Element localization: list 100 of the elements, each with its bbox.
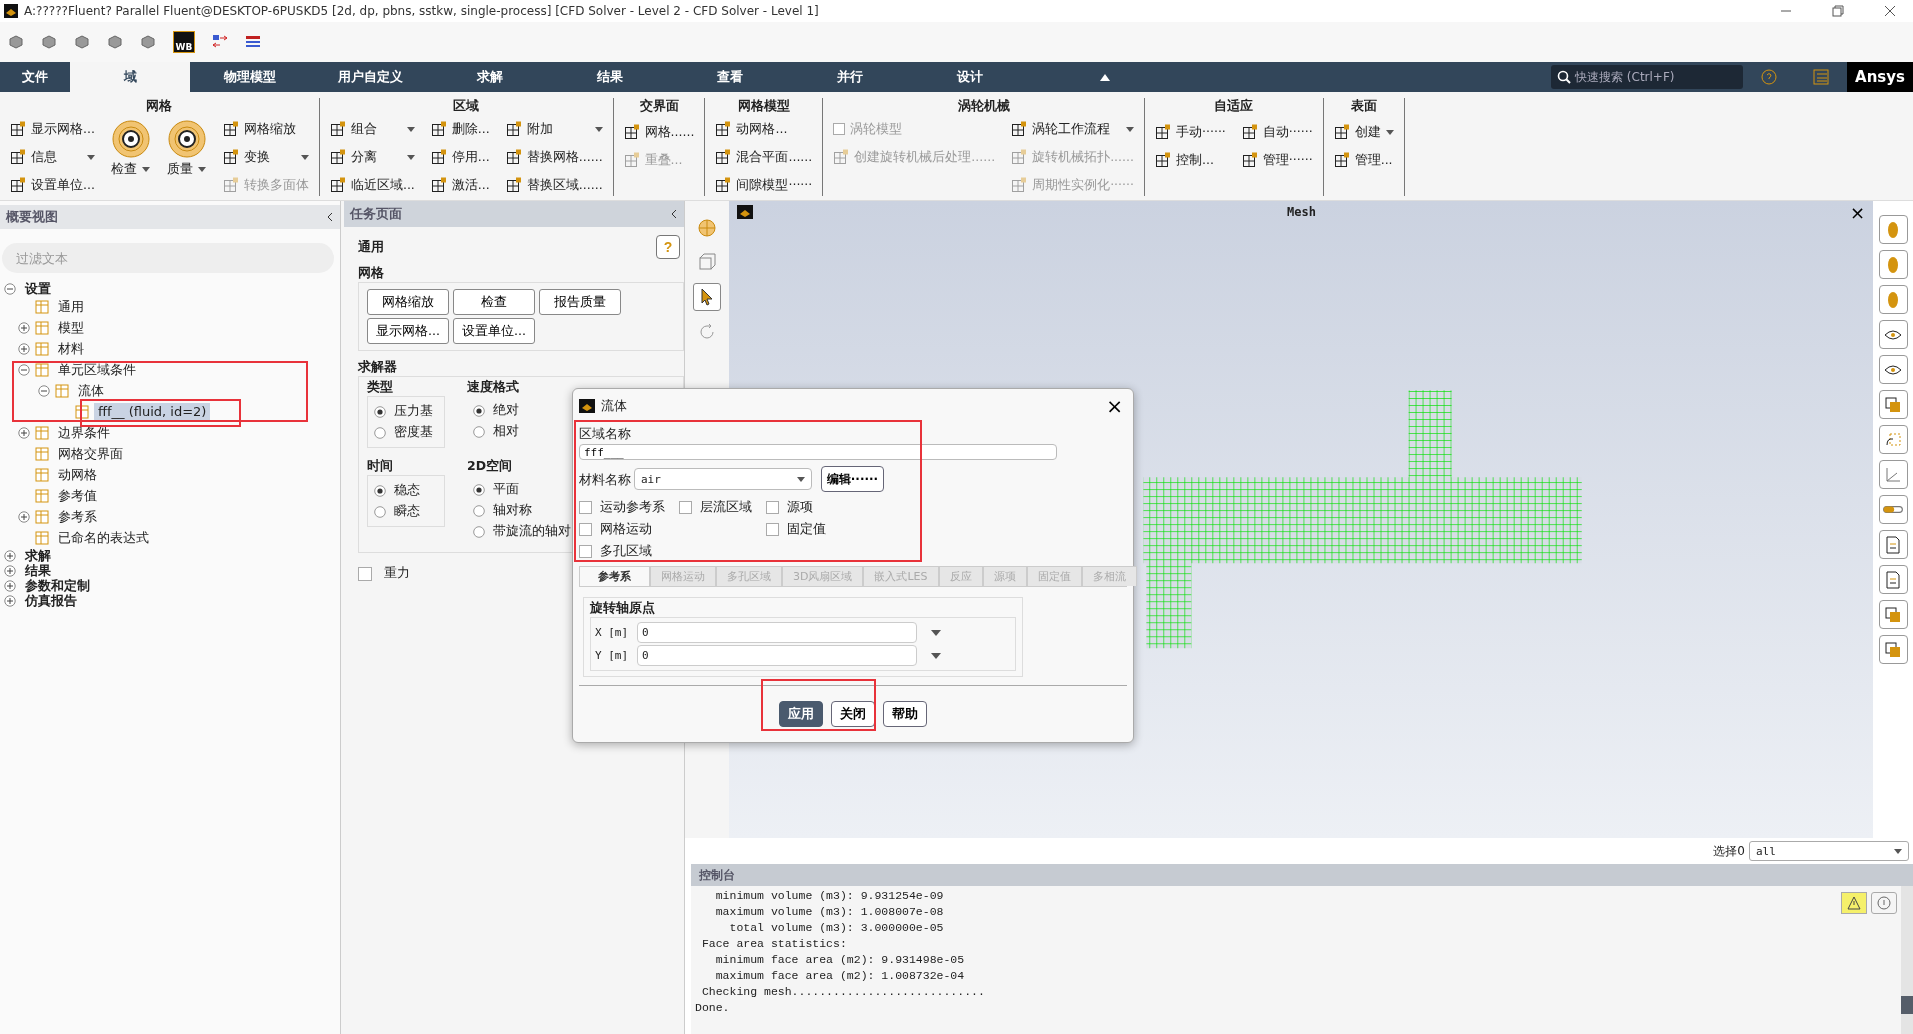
- radio-button[interactable]: [374, 505, 386, 518]
- selection-dropdown[interactable]: all: [1749, 841, 1909, 861]
- mesh-button[interactable]: 网格缩放: [367, 289, 449, 315]
- tree-item[interactable]: 材料: [54, 338, 88, 359]
- ribbon-button[interactable]: 分离: [329, 143, 415, 171]
- restore-icon[interactable]: [1831, 4, 1845, 18]
- tree-item[interactable]: 单元区域条件: [54, 359, 140, 380]
- checkbox[interactable]: [579, 522, 592, 536]
- dialog-button[interactable]: 关闭: [831, 701, 875, 727]
- tree-item[interactable]: 仿真报告: [21, 593, 81, 608]
- cube-icon[interactable]: [8, 34, 24, 50]
- expand-icon[interactable]: [4, 549, 16, 562]
- toolbar-button[interactable]: [1878, 495, 1908, 524]
- menu-tab[interactable]: 查看: [670, 62, 790, 92]
- radio-button[interactable]: [374, 484, 386, 497]
- cube-icon[interactable]: [74, 34, 90, 50]
- caret-icon[interactable]: [931, 652, 941, 659]
- close-button[interactable]: ×: [1102, 394, 1127, 418]
- ribbon-button[interactable]: 删除...: [430, 115, 490, 143]
- scrollbar[interactable]: [1901, 886, 1913, 1034]
- expand-icon[interactable]: [18, 426, 30, 439]
- expand-icon[interactable]: [18, 510, 30, 523]
- cube-icon[interactable]: [140, 34, 156, 50]
- checkbox[interactable]: [579, 544, 592, 558]
- radio-button[interactable]: [473, 483, 485, 496]
- tree-item[interactable]: 网格交界面: [54, 443, 127, 464]
- ribbon-button[interactable]: 替换区域......: [505, 171, 603, 199]
- mesh-button[interactable]: 显示网格...: [367, 318, 449, 344]
- menu-tab[interactable]: 求解: [430, 62, 550, 92]
- mesh-button[interactable]: 设置单位...: [453, 318, 535, 344]
- expand-icon[interactable]: [18, 321, 30, 334]
- warning-button[interactable]: [1841, 892, 1867, 914]
- checkbox[interactable]: [766, 500, 779, 514]
- tree-item[interactable]: 参考值: [54, 485, 101, 506]
- dialog-button[interactable]: 帮助: [883, 701, 927, 727]
- menu-tab[interactable]: 并行: [790, 62, 910, 92]
- ribbon-button[interactable]: 网格......: [623, 118, 695, 146]
- ribbon-button[interactable]: 替换网格......: [505, 143, 603, 171]
- ribbon-button[interactable]: 管理······: [1241, 146, 1313, 174]
- tree-item[interactable]: 流体: [74, 380, 108, 401]
- collapse-icon[interactable]: [326, 212, 334, 222]
- edit-button[interactable]: 编辑······: [821, 466, 884, 492]
- workbench-button[interactable]: WB: [173, 31, 195, 53]
- tree-item[interactable]: 参数和定制: [21, 578, 94, 593]
- collapse-icon[interactable]: [670, 209, 678, 219]
- mesh-button[interactable]: 报告质量: [539, 289, 621, 315]
- radio-button[interactable]: [473, 404, 485, 417]
- checkbox[interactable]: [579, 500, 592, 514]
- menu-tab[interactable]: 设计: [910, 62, 1030, 92]
- toolbar-button[interactable]: [1878, 285, 1908, 314]
- ribbon-button[interactable]: 检查: [110, 115, 151, 182]
- cube-icon[interactable]: [697, 252, 717, 272]
- tree-item[interactable]: 参考系: [54, 506, 101, 527]
- expand-icon[interactable]: [4, 564, 16, 577]
- toolbar-button[interactable]: [1878, 425, 1908, 454]
- checkbox[interactable]: [679, 500, 692, 514]
- radio-button[interactable]: [473, 525, 485, 538]
- cube-icon[interactable]: [41, 34, 57, 50]
- radio-button[interactable]: [473, 504, 485, 517]
- ribbon-button[interactable]: 信息: [10, 143, 95, 171]
- menu-tab[interactable]: 结果: [550, 62, 670, 92]
- dialog-tab[interactable]: 参考系: [579, 566, 650, 586]
- ribbon-button[interactable]: 涡轮工作流程: [1011, 115, 1134, 143]
- tree-item[interactable]: 求解: [21, 548, 55, 563]
- ribbon-button[interactable]: 停用...: [430, 143, 490, 171]
- zone-name-field[interactable]: fff___: [579, 444, 1057, 460]
- tree-item[interactable]: 已命名的表达式: [54, 527, 153, 548]
- panel-icon[interactable]: [1813, 69, 1829, 85]
- arrows-icon[interactable]: [212, 34, 228, 50]
- toolbar-button[interactable]: [1878, 355, 1908, 384]
- toolbar-button[interactable]: [1878, 565, 1908, 594]
- menu-tab[interactable]: 用户自定义: [310, 62, 430, 92]
- menu-tab[interactable]: 物理模型: [190, 62, 310, 92]
- material-dropdown[interactable]: air: [634, 468, 812, 490]
- help-icon[interactable]: [1761, 69, 1777, 85]
- ribbon-button[interactable]: 控制...: [1155, 146, 1226, 174]
- toolbar-button[interactable]: [1878, 635, 1908, 664]
- checkbox[interactable]: [766, 522, 779, 536]
- rotate-icon[interactable]: [697, 322, 717, 342]
- menu-tab[interactable]: 域: [70, 62, 190, 92]
- mesh-ball-icon[interactable]: [697, 218, 717, 238]
- ribbon-button[interactable]: 设置单位...: [10, 171, 95, 199]
- radio-button[interactable]: [473, 425, 485, 438]
- ribbon-button[interactable]: 管理...: [1333, 146, 1394, 174]
- cube-icon[interactable]: [107, 34, 123, 50]
- expand-icon[interactable]: [18, 342, 30, 355]
- tree-item[interactable]: 通用: [54, 296, 88, 317]
- ribbon-button[interactable]: 质量: [166, 115, 207, 182]
- toolbar-button[interactable]: [1878, 215, 1908, 244]
- ribbon-button[interactable]: 组合: [329, 115, 415, 143]
- filter-field[interactable]: 过滤文本: [2, 243, 334, 273]
- ribbon-button[interactable]: 间隙模型······: [715, 171, 813, 199]
- toolbar-button[interactable]: [1878, 600, 1908, 629]
- ribbon-button[interactable]: 动网格...: [715, 115, 813, 143]
- ribbon-button[interactable]: 临近区域...: [329, 171, 415, 199]
- expand-icon[interactable]: [4, 594, 16, 607]
- list-icon[interactable]: [245, 34, 261, 50]
- toolbar-button[interactable]: [1878, 460, 1908, 489]
- ribbon-button[interactable]: 显示网格...: [10, 115, 95, 143]
- toolbar-button[interactable]: [1878, 250, 1908, 279]
